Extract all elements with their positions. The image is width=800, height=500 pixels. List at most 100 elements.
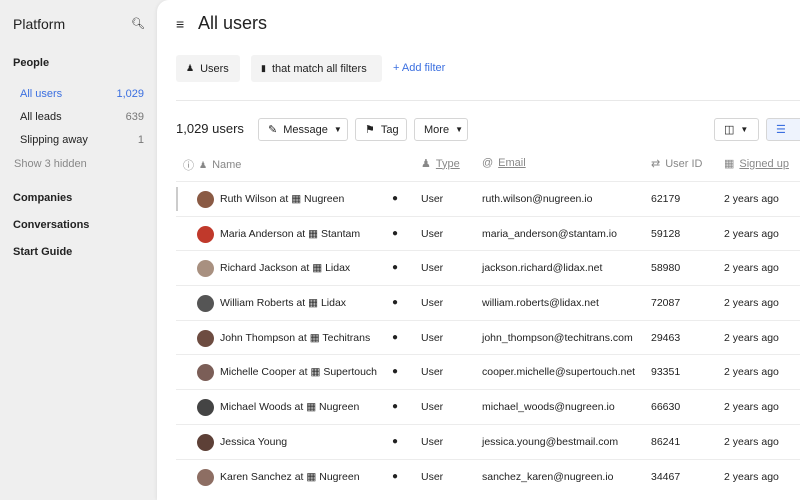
chat-icon[interactable]: ● [392,332,398,343]
user-email: maria_anderson@stantam.io [482,227,617,240]
nav-label: All users [20,88,63,100]
row-indicator [176,187,178,211]
users-table: Ruth Wilson at ▦ Nugreen ● User ruth.wil… [176,181,800,493]
tag-icon: ⚑ [365,124,375,136]
avatar [197,225,214,243]
signed-up: 2 years ago [724,227,779,240]
company-name[interactable]: Nugreen [319,401,359,413]
chat-icon[interactable]: ● [392,471,398,482]
col-label: User ID [665,157,703,170]
show-hidden-link[interactable]: Show 3 hidden [14,158,87,170]
sidebar-conversations[interactable]: Conversations [13,219,89,231]
columns-icon: ◫ [724,124,735,136]
avatar [197,295,214,313]
search-icon[interactable]: 🔍︎ [131,17,145,30]
header-type[interactable]: ♟ Type [421,157,460,171]
table-row[interactable]: Ruth Wilson at ▦ Nugreen ● User ruth.wil… [176,181,800,216]
user-email: cooper.michelle@supertouch.net [482,366,636,379]
company-name[interactable]: Lidax [321,297,346,309]
user-type: User [421,401,444,414]
avatar [197,191,214,208]
list-view-button[interactable]: ☰ [766,118,800,141]
user-type: User [421,331,444,344]
building-icon: ▦ [308,297,319,310]
user-count: 1,029 users [176,121,244,136]
more-button[interactable]: More ▼ [414,118,468,141]
chevron-down-icon: ▼ [333,125,342,134]
chat-icon[interactable]: ● [392,228,398,239]
company-name[interactable]: Techitrans [322,332,370,344]
header-user-id[interactable]: ⇄ User ID [651,157,703,171]
tag-button[interactable]: ⚑ Tag [355,118,407,141]
building-icon: ▦ [309,331,320,344]
table-row[interactable]: Michelle Cooper at ▦ Supertouch ● User c… [176,354,800,389]
company-name[interactable]: Nugreen [304,193,344,205]
users-icon: ♟ [186,63,195,73]
table-row[interactable]: John Thompson at ▦ Techitrans ● User joh… [176,319,800,355]
user-id: 62179 [651,193,681,205]
calendar-icon: ▦ [724,158,735,170]
user-type: User [421,297,444,310]
avatar [197,433,214,451]
sidebar-item-all-users[interactable]: All users 1,029 [20,88,144,100]
divider [176,100,800,101]
header-email[interactable]: @ Email [482,157,526,169]
nav-count: 639 [125,111,144,123]
chat-icon[interactable]: ● [392,193,398,204]
table-row[interactable]: Karen Sanchez at ▦ Nugreen ● User sanche… [176,458,800,494]
name-text: Michelle Cooper at [220,366,308,379]
columns-button[interactable]: ◫ ▼ [714,118,759,141]
building-icon: ▦ [312,262,323,275]
user-name[interactable]: Richard Jackson at ▦ Lidax [220,262,350,274]
building-icon: ▦ [306,470,317,483]
chat-icon[interactable]: ● [392,436,398,447]
user-name[interactable]: John Thompson at ▦ Techitrans [220,332,370,344]
add-filter-button[interactable]: + Add filter [393,62,445,74]
user-name[interactable]: Jessica Young [220,436,287,448]
table-row[interactable]: Maria Anderson at ▦ Stantam ● User maria… [176,215,800,251]
user-name[interactable]: William Roberts at ▦ Lidax [220,297,346,309]
header-name[interactable]: ⓘ ♟ Name [183,157,241,173]
user-name[interactable]: Michelle Cooper at ▦ Supertouch [220,366,377,378]
message-button[interactable]: ✎ Message ▼ [258,118,348,141]
user-type: User [421,262,444,275]
table-row[interactable]: Richard Jackson at ▦ Lidax ● User jackso… [176,250,800,285]
user-id: 34467 [651,470,681,483]
user-type: User [421,435,444,448]
menu-icon[interactable]: ≡ [176,16,184,32]
chat-icon[interactable]: ● [392,297,398,308]
user-name[interactable]: Michael Woods at ▦ Nugreen [220,401,359,413]
table-row[interactable]: Jessica Young ● User jessica.young@bestm… [176,423,800,459]
match-filter-chip[interactable]: ▮ that match all filters [251,55,382,82]
chat-icon[interactable]: ● [392,401,398,412]
nav-count: 1 [137,134,144,146]
table-row[interactable]: Michael Woods at ▦ Nugreen ● User michae… [176,389,800,424]
table-row[interactable]: William Roberts at ▦ Lidax ● User willia… [176,285,800,320]
company-name[interactable]: Nugreen [319,471,359,483]
sidebar-companies[interactable]: Companies [13,192,72,204]
header-signed-up[interactable]: ▦ Signed up [724,157,789,171]
sidebar-item-all-leads[interactable]: All leads 639 [20,111,144,123]
user-type: User [421,470,444,483]
edit-icon: ✎ [268,124,278,136]
btn-label: More [424,123,450,136]
chat-icon[interactable]: ● [392,262,398,273]
chat-icon[interactable]: ● [392,366,398,377]
main-panel: ≡ All users ♟ Users ▮ that match all filte… [157,0,800,500]
company-name[interactable]: Stantam [321,228,360,240]
user-name[interactable]: Ruth Wilson at ▦ Nugreen [220,193,344,205]
user-name[interactable]: Karen Sanchez at ▦ Nugreen [220,471,360,483]
users-filter-chip[interactable]: ♟ Users [176,55,240,82]
at-icon: @ [482,157,494,169]
sidebar-start-guide[interactable]: Start Guide [13,246,72,258]
person-icon: ♟ [421,158,431,170]
name-text: Ruth Wilson at [220,193,289,205]
company-name[interactable]: Lidax [325,262,350,274]
user-id: 66630 [651,401,681,414]
col-label: Name [212,159,242,171]
user-name[interactable]: Maria Anderson at ▦ Stantam [220,228,360,240]
name-text: John Thompson at [220,331,307,344]
building-icon: ▦ [308,227,319,240]
sidebar-item-slipping-away[interactable]: Slipping away 1 [20,134,144,146]
company-name[interactable]: Supertouch [323,366,377,378]
